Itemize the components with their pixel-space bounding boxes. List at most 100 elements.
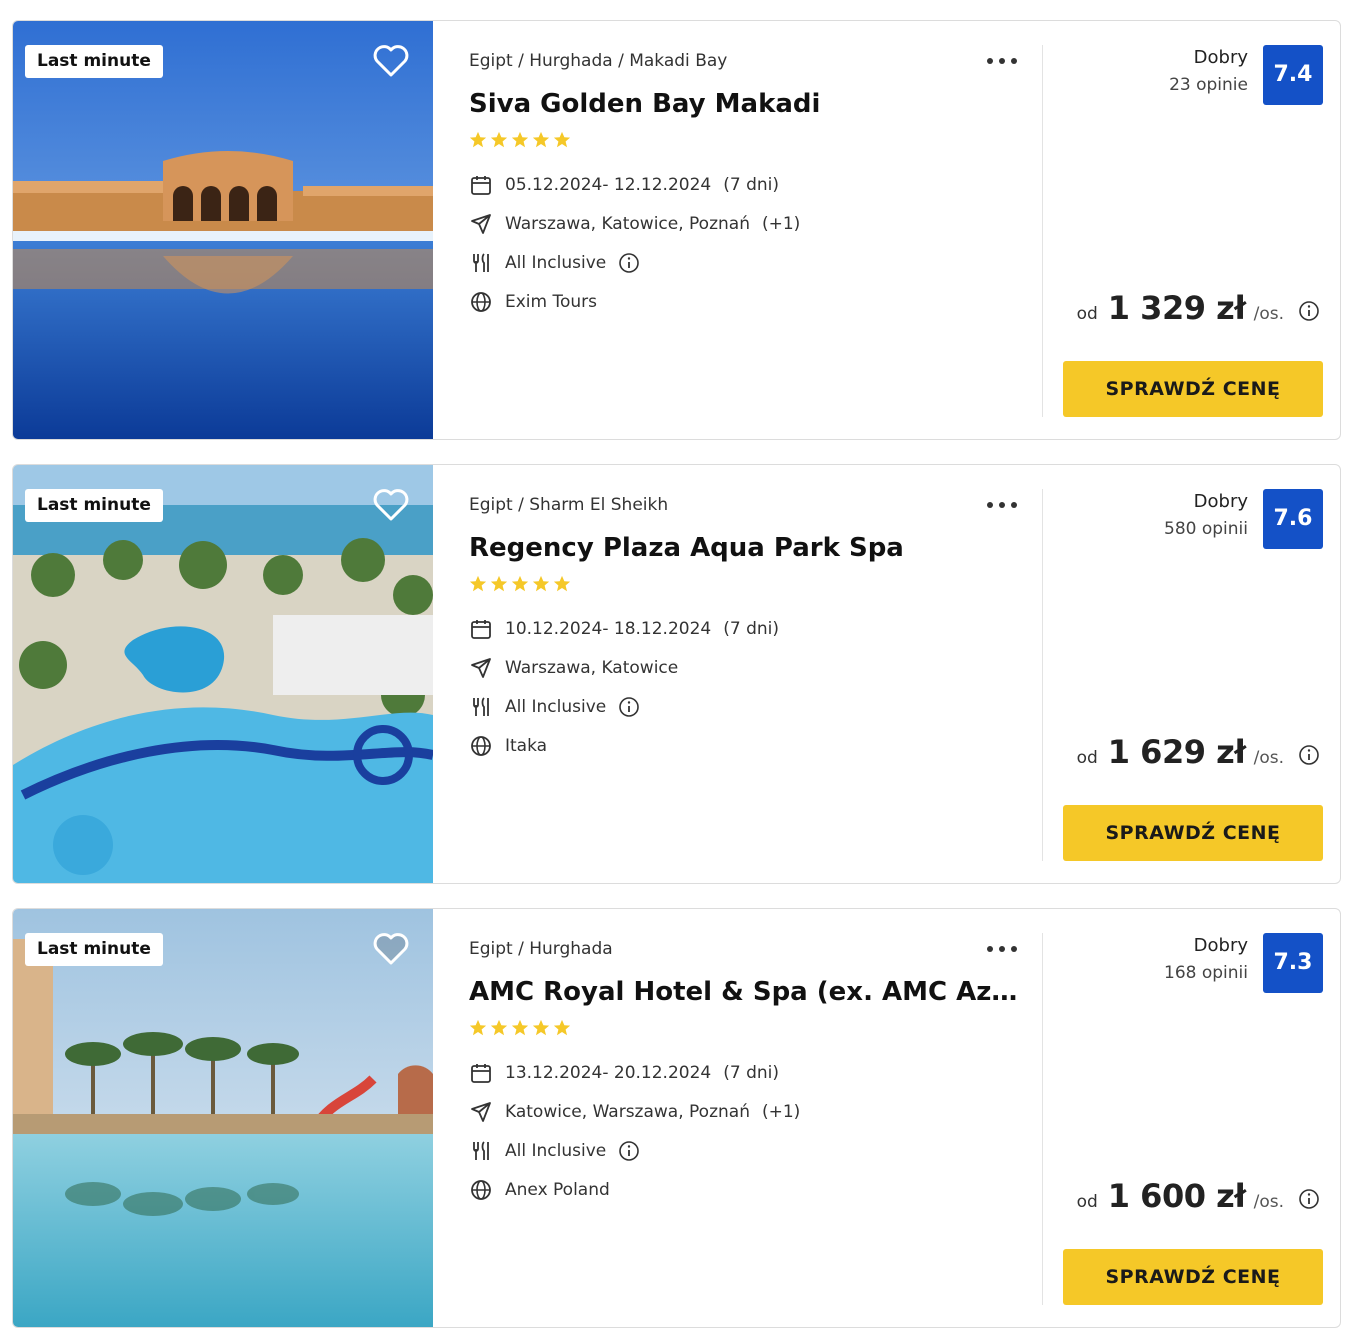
price-suffix: /os. [1253,748,1284,768]
globe-icon [469,734,493,758]
heart-icon[interactable] [371,41,411,81]
dates-row: 05.12.2024- 12.12.2024 (7 dni) [469,172,779,198]
price-suffix: /os. [1253,1192,1284,1212]
info-icon[interactable] [618,696,640,718]
star-icon [490,131,508,148]
departures-extra[interactable]: (+1) [762,214,800,234]
dates-text: 13.12.2024- 20.12.2024 [505,1063,712,1083]
star-icon [532,575,550,592]
more-dots-icon[interactable] [985,495,1019,515]
plane-icon [469,656,493,680]
price: od 1 329 zł /os. [1077,289,1320,333]
rating-score: 7.4 [1263,45,1323,105]
calendar-icon [469,1061,493,1085]
hotel-name[interactable]: AMC Royal Hotel & Spa (ex. AMC Azur Reso… [469,977,1019,1007]
last-minute-badge: Last minute [25,933,163,966]
calendar-icon [469,173,493,197]
cutlery-icon [469,695,493,719]
star-rating [469,575,571,595]
breadcrumb[interactable]: Egipt / Sharm El Sheikh [469,495,668,515]
divider [1042,489,1043,861]
star-icon [469,1019,487,1036]
price-prefix: od [1076,748,1098,768]
rating-label: Dobry [1193,47,1248,68]
price-value: 1 600 zł [1107,1177,1246,1215]
rating-label: Dobry [1193,491,1248,512]
star-rating [469,1019,571,1039]
departures-row: Warszawa, Katowice, Poznań (+1) [469,211,800,237]
departures-text: Warszawa, Katowice [505,658,679,678]
globe-icon [469,290,493,314]
star-icon [553,1019,571,1036]
plane-icon [469,212,493,236]
reviews-count[interactable]: 23 opinie [1169,75,1248,95]
board-text: All Inclusive [505,697,607,717]
duration-text: (7 dni) [723,1063,779,1083]
hotel-photo[interactable] [13,909,433,1327]
last-minute-badge: Last minute [25,45,163,78]
info-icon[interactable] [618,252,640,274]
board-text: All Inclusive [505,1141,607,1161]
info-icon[interactable] [618,1140,640,1162]
breadcrumb[interactable]: Egipt / Hurghada / Makadi Bay [469,51,727,71]
check-price-button[interactable]: SPRAWDŹ CENĘ [1063,805,1323,861]
board-row: All Inclusive [469,250,640,276]
plane-icon [469,1100,493,1124]
info-icon[interactable] [1298,300,1320,322]
rating-score: 7.3 [1263,933,1323,993]
offer-card[interactable]: Last minute Egipt / Hurghada / Makadi Ba… [12,20,1341,440]
departures-extra[interactable]: (+1) [762,1102,800,1122]
board-text: All Inclusive [505,253,607,273]
operator-text: Itaka [505,736,548,756]
rating-label: Dobry [1193,935,1248,956]
departures-text: Katowice, Warszawa, Poznań [505,1102,750,1122]
hotel-photo[interactable] [13,21,433,439]
reviews-count[interactable]: 168 opinii [1164,963,1248,983]
breadcrumb[interactable]: Egipt / Hurghada [469,939,613,959]
duration-text: (7 dni) [723,619,779,639]
star-icon [553,575,571,592]
hotel-photo[interactable] [13,465,433,883]
price-prefix: od [1076,304,1098,324]
hotel-name[interactable]: Regency Plaza Aqua Park Spa [469,533,1019,563]
star-icon [511,1019,529,1036]
dates-row: 13.12.2024- 20.12.2024 (7 dni) [469,1060,779,1086]
info-icon[interactable] [1298,744,1320,766]
star-icon [532,131,550,148]
calendar-icon [469,617,493,641]
dates-text: 10.12.2024- 18.12.2024 [505,619,712,639]
reviews-count[interactable]: 580 opinii [1164,519,1248,539]
offer-card[interactable]: Last minute Egipt / Sharm El Sheikh Rege… [12,464,1341,884]
star-rating [469,131,571,151]
check-price-button[interactable]: SPRAWDŹ CENĘ [1063,361,1323,417]
duration-text: (7 dni) [723,175,779,195]
star-icon [511,131,529,148]
more-dots-icon[interactable] [985,939,1019,959]
board-row: All Inclusive [469,1138,640,1164]
price-value: 1 329 zł [1107,289,1246,327]
cutlery-icon [469,251,493,275]
price: od 1 600 zł /os. [1077,1177,1320,1221]
heart-icon[interactable] [371,929,411,969]
star-icon [511,575,529,592]
price-prefix: od [1076,1192,1098,1212]
info-icon[interactable] [1298,1188,1320,1210]
offer-details: Egipt / Hurghada / Makadi Bay Siva Golde… [469,21,1039,439]
price: od 1 629 zł /os. [1077,733,1320,777]
star-icon [469,575,487,592]
cutlery-icon [469,1139,493,1163]
heart-icon[interactable] [371,485,411,525]
price-suffix: /os. [1253,304,1284,324]
star-icon [490,1019,508,1036]
more-dots-icon[interactable] [985,51,1019,71]
departures-text: Warszawa, Katowice, Poznań [505,214,750,234]
hotel-name[interactable]: Siva Golden Bay Makadi [469,89,1019,119]
departures-row: Katowice, Warszawa, Poznań (+1) [469,1099,800,1125]
offer-details: Egipt / Sharm El Sheikh Regency Plaza Aq… [469,465,1039,883]
dates-row: 10.12.2024- 18.12.2024 (7 dni) [469,616,779,642]
check-price-button[interactable]: SPRAWDŹ CENĘ [1063,1249,1323,1305]
offer-card[interactable]: Last minute Egipt / Hurghada AMC Royal H… [12,908,1341,1328]
operator-row: Exim Tours [469,289,597,315]
star-icon [490,575,508,592]
star-icon [532,1019,550,1036]
